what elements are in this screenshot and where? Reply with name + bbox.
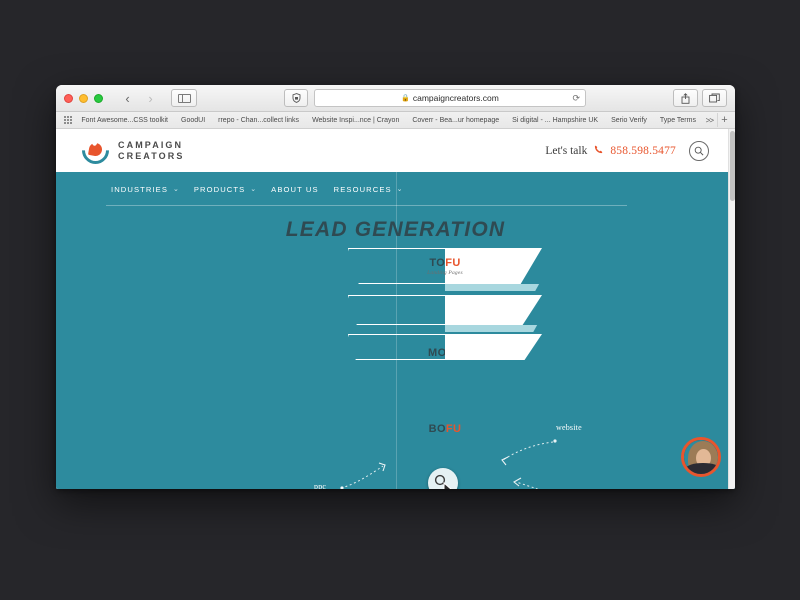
funnel-slice-bofu: BOFU bbox=[348, 334, 542, 435]
forward-button[interactable]: › bbox=[140, 89, 161, 107]
add-bookmark-button[interactable]: + bbox=[717, 113, 731, 127]
minimize-window-button[interactable] bbox=[79, 93, 88, 103]
logo-line-2: CREATORS bbox=[118, 150, 185, 161]
funnel-band bbox=[445, 325, 538, 332]
search-icon[interactable] bbox=[689, 140, 709, 161]
shield-icon bbox=[292, 93, 300, 103]
toolbar-right-buttons bbox=[673, 89, 727, 107]
funnel-fill bbox=[445, 334, 542, 360]
mouse-cursor-icon bbox=[443, 482, 452, 489]
funnel-fill bbox=[445, 295, 542, 325]
funnel-slice-outline-half bbox=[348, 295, 445, 325]
outline-edge bbox=[348, 282, 445, 284]
avatar[interactable] bbox=[681, 437, 721, 477]
funnel-slice-filled-half bbox=[445, 295, 542, 325]
outline-edge bbox=[348, 295, 445, 297]
bookmark-item[interactable]: Website Inspi...nce | Crayon bbox=[312, 117, 399, 124]
browser-toolbar: ‹ › 🔒 campaigncreators.com ⟳ bbox=[56, 85, 735, 112]
bookmark-item[interactable]: Serio Verify bbox=[611, 117, 647, 124]
funnel-outline bbox=[348, 248, 445, 284]
funnel-slice-outline-half bbox=[348, 334, 445, 360]
outline-edge bbox=[348, 295, 350, 325]
outline-edge bbox=[348, 323, 445, 325]
logo-line-1: CAMPAIGN bbox=[118, 139, 184, 150]
site-header: CAMPAIGN CREATORS Let's talk 858.598.547… bbox=[56, 129, 735, 172]
bookmark-item[interactable]: Type Terms bbox=[660, 117, 696, 124]
reload-icon[interactable]: ⟳ bbox=[572, 93, 580, 104]
bookmark-item[interactable]: rrepo - Chan...collect links bbox=[218, 117, 299, 124]
page-title: LEAD GENERATION bbox=[285, 218, 506, 241]
funnel-slice-filled-half bbox=[445, 248, 542, 284]
bookmark-item[interactable]: Coverr - Bea...ur homepage bbox=[412, 117, 499, 124]
privacy-report-button[interactable] bbox=[284, 89, 308, 107]
sidebar-icon bbox=[177, 93, 191, 103]
browser-window: ‹ › 🔒 campaigncreators.com ⟳ Font Awesom… bbox=[56, 85, 735, 489]
nav-label: PRODUCTS bbox=[193, 184, 246, 194]
bookmark-item[interactable]: GoodUI bbox=[181, 117, 205, 124]
outline-edge bbox=[348, 334, 350, 360]
nav-label: RESOURCES bbox=[333, 184, 392, 194]
annotation-ppc: ppc bbox=[314, 482, 327, 489]
nav-item-resources[interactable]: RESOURCES ⌄ bbox=[334, 185, 403, 194]
maximize-window-button[interactable] bbox=[94, 93, 103, 103]
hero-section: INDUSTRIES ⌄ PRODUCTS ⌄ ABOUT US RESOURC… bbox=[56, 172, 735, 489]
outline-edge bbox=[348, 248, 350, 284]
address-bar[interactable]: 🔒 campaigncreators.com ⟳ bbox=[314, 89, 586, 107]
outline-edge bbox=[348, 334, 445, 336]
outline-edge bbox=[348, 248, 445, 250]
back-button[interactable]: ‹ bbox=[117, 89, 138, 107]
funnel-fill bbox=[445, 248, 542, 284]
nav-label: ABOUT US bbox=[271, 184, 319, 194]
share-button[interactable] bbox=[673, 89, 698, 107]
bookmarks-bar: Font Awesome...CSS toolkit GoodUI rrepo … bbox=[56, 112, 735, 129]
chevron-down-icon: ⌄ bbox=[173, 186, 179, 193]
close-window-button[interactable] bbox=[64, 93, 73, 103]
forward-chevron-icon: › bbox=[148, 90, 153, 106]
url-text: campaigncreators.com bbox=[412, 93, 499, 103]
lock-icon: 🔒 bbox=[401, 95, 410, 102]
tabs-icon bbox=[709, 93, 720, 103]
nav-label: INDUSTRIES bbox=[111, 184, 168, 194]
lead-generation-funnel: TOFU Landing Pages MO BOFU bbox=[348, 248, 542, 435]
header-contact-area: Let's talk 858.598.5477 bbox=[545, 140, 709, 161]
funnel-outline bbox=[348, 295, 445, 325]
webpage-viewport: CAMPAIGN CREATORS Let's talk 858.598.547… bbox=[56, 129, 735, 489]
funnel-outline bbox=[348, 334, 445, 360]
window-controls bbox=[64, 93, 103, 103]
campaign-creators-logo-icon[interactable] bbox=[76, 131, 115, 170]
funnel-sublabel-landing-pages: Landing Pages bbox=[427, 270, 463, 276]
bookmark-item[interactable]: Si digital - ... Hampshire UK bbox=[512, 117, 598, 124]
funnel-slice-tofu: TOFU Landing Pages bbox=[348, 248, 542, 284]
funnel-slice-filled-half bbox=[445, 334, 542, 360]
outline-edge bbox=[348, 358, 445, 360]
nav-item-industries[interactable]: INDUSTRIES ⌄ bbox=[111, 185, 179, 194]
chevron-down-icon: ⌄ bbox=[396, 186, 403, 193]
lets-talk-label: Let's talk bbox=[545, 144, 588, 157]
main-navigation: INDUSTRIES ⌄ PRODUCTS ⌄ ABOUT US RESOURC… bbox=[56, 172, 735, 206]
funnel-band bbox=[445, 284, 540, 291]
share-icon bbox=[681, 92, 690, 104]
chevron-down-icon: ⌄ bbox=[250, 186, 257, 193]
navigation-buttons: ‹ › bbox=[117, 89, 161, 107]
bookmarks-overflow-button[interactable]: >> bbox=[706, 116, 714, 125]
annotation-website: website bbox=[556, 423, 582, 432]
phone-icon bbox=[594, 145, 603, 156]
back-chevron-icon: ‹ bbox=[125, 90, 130, 106]
sidebar-toggle-button[interactable] bbox=[171, 89, 197, 107]
phone-number-link[interactable]: 858.598.5477 bbox=[610, 145, 676, 157]
show-tabs-button[interactable] bbox=[702, 89, 727, 107]
logo-wordmark[interactable]: CAMPAIGN CREATORS bbox=[118, 140, 184, 162]
funnel-slice-mofu: MOFU bbox=[348, 295, 542, 359]
avatar-shirt bbox=[686, 463, 718, 474]
bookmark-item[interactable]: Font Awesome...CSS toolkit bbox=[81, 117, 168, 124]
apps-grid-icon[interactable] bbox=[64, 115, 73, 125]
nav-item-products[interactable]: PRODUCTS ⌄ bbox=[194, 185, 256, 194]
nav-item-about-us[interactable]: ABOUT US bbox=[271, 185, 318, 194]
funnel-slice-outline-half bbox=[348, 248, 445, 284]
